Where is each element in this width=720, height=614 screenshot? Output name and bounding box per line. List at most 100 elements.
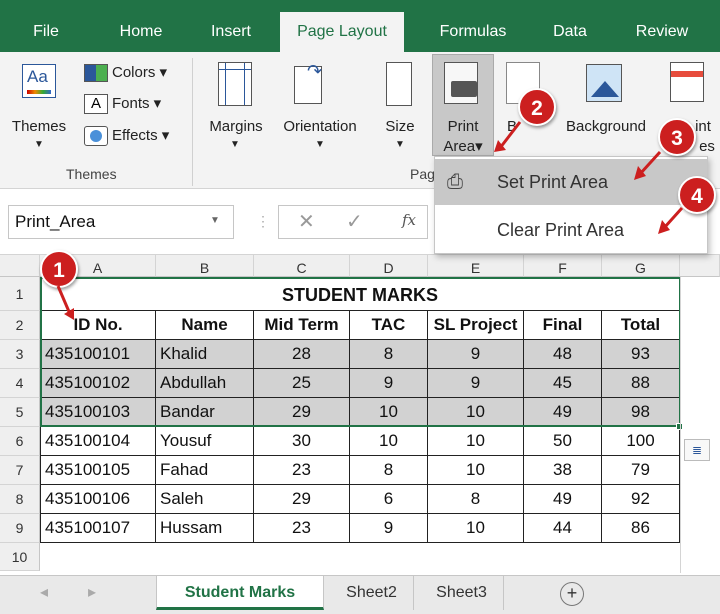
table-cell[interactable]: 10 bbox=[428, 427, 524, 456]
row-header[interactable]: 5 bbox=[0, 398, 40, 427]
table-cell[interactable]: 88 bbox=[602, 369, 680, 398]
table-cell[interactable]: 29 bbox=[254, 398, 350, 427]
header-cell[interactable]: Name bbox=[156, 311, 254, 340]
table-cell[interactable]: 28 bbox=[254, 340, 350, 369]
table-cell[interactable]: 44 bbox=[524, 514, 602, 543]
table-cell[interactable]: 435100105 bbox=[40, 456, 156, 485]
tab-insert[interactable]: Insert bbox=[198, 16, 264, 52]
table-cell[interactable]: 8 bbox=[350, 340, 428, 369]
row-header[interactable]: 9 bbox=[0, 514, 40, 543]
sheet-title-cell[interactable]: STUDENT MARKS bbox=[40, 277, 680, 311]
table-cell[interactable]: Khalid bbox=[156, 340, 254, 369]
table-cell[interactable]: Yousuf bbox=[156, 427, 254, 456]
header-cell[interactable]: Total bbox=[602, 311, 680, 340]
column-header[interactable]: B bbox=[156, 255, 254, 277]
quick-analysis-icon[interactable]: ≣ bbox=[684, 439, 710, 461]
insert-function-icon[interactable]: fx bbox=[402, 211, 416, 229]
sheet-tab-student-marks[interactable]: Student Marks bbox=[156, 576, 324, 610]
table-cell[interactable]: 29 bbox=[254, 485, 350, 514]
table-cell[interactable]: 10 bbox=[428, 398, 524, 427]
sheet-tab-sheet2[interactable]: Sheet2 bbox=[330, 576, 414, 610]
table-cell[interactable]: 8 bbox=[350, 456, 428, 485]
table-cell[interactable]: 435100101 bbox=[40, 340, 156, 369]
header-cell[interactable]: TAC bbox=[350, 311, 428, 340]
table-cell[interactable]: 49 bbox=[524, 485, 602, 514]
margins-button[interactable]: Margins bbox=[200, 118, 272, 136]
table-cell[interactable]: 30 bbox=[254, 427, 350, 456]
cancel-icon[interactable]: ✕ bbox=[298, 209, 315, 234]
scroll-left-icon[interactable]: ◂ bbox=[34, 576, 54, 610]
table-cell[interactable]: 10 bbox=[428, 514, 524, 543]
table-cell[interactable]: 9 bbox=[350, 369, 428, 398]
table-cell[interactable]: 50 bbox=[524, 427, 602, 456]
scroll-right-icon[interactable]: ▸ bbox=[82, 576, 102, 610]
column-header[interactable]: E bbox=[428, 255, 524, 277]
table-cell[interactable]: 86 bbox=[602, 514, 680, 543]
table-cell[interactable]: 45 bbox=[524, 369, 602, 398]
table-cell[interactable]: 10 bbox=[428, 456, 524, 485]
table-cell[interactable]: 98 bbox=[602, 398, 680, 427]
header-cell[interactable]: Mid Term bbox=[254, 311, 350, 340]
fonts-button[interactable]: Fonts ▾ bbox=[112, 93, 161, 115]
column-header[interactable]: C bbox=[254, 255, 350, 277]
column-header[interactable] bbox=[680, 255, 720, 277]
size-button[interactable]: Size bbox=[380, 118, 420, 136]
table-cell[interactable]: 93 bbox=[602, 340, 680, 369]
table-cell[interactable]: 10 bbox=[350, 398, 428, 427]
table-cell[interactable]: Fahad bbox=[156, 456, 254, 485]
table-cell[interactable]: 435100106 bbox=[40, 485, 156, 514]
table-cell[interactable]: 9 bbox=[428, 369, 524, 398]
row-header[interactable]: 2 bbox=[0, 311, 40, 340]
chevron-down-icon[interactable]: ▼ bbox=[210, 215, 220, 226]
effects-button[interactable]: Effects ▾ bbox=[112, 125, 169, 147]
colors-button[interactable]: Colors ▾ bbox=[112, 62, 167, 84]
header-cell[interactable]: SL Project bbox=[428, 311, 524, 340]
row-header[interactable]: 7 bbox=[0, 456, 40, 485]
row-header[interactable]: 10 bbox=[0, 543, 40, 571]
column-header[interactable]: G bbox=[602, 255, 680, 277]
table-cell[interactable]: 25 bbox=[254, 369, 350, 398]
table-cell[interactable]: 435100107 bbox=[40, 514, 156, 543]
row-header[interactable]: 8 bbox=[0, 485, 40, 514]
row-header[interactable]: 6 bbox=[0, 427, 40, 456]
table-cell[interactable]: 38 bbox=[524, 456, 602, 485]
tab-page-layout[interactable]: Page Layout bbox=[280, 12, 404, 52]
table-cell[interactable]: 435100102 bbox=[40, 369, 156, 398]
tab-data[interactable]: Data bbox=[540, 16, 600, 52]
background-button[interactable]: Background bbox=[558, 118, 654, 136]
table-cell[interactable]: 10 bbox=[350, 427, 428, 456]
add-sheet-icon[interactable]: + bbox=[560, 582, 584, 606]
table-cell[interactable]: Hussam bbox=[156, 514, 254, 543]
tab-home[interactable]: Home bbox=[108, 16, 174, 52]
table-cell[interactable]: 9 bbox=[350, 514, 428, 543]
table-cell[interactable]: 79 bbox=[602, 456, 680, 485]
table-cell[interactable]: 8 bbox=[428, 485, 524, 514]
table-cell[interactable]: Bandar bbox=[156, 398, 254, 427]
tab-review[interactable]: Review bbox=[622, 16, 702, 52]
header-cell[interactable]: Final bbox=[524, 311, 602, 340]
table-cell[interactable]: 435100103 bbox=[40, 398, 156, 427]
name-box[interactable]: Print_Area bbox=[8, 205, 234, 239]
table-cell[interactable]: 23 bbox=[254, 514, 350, 543]
table-cell[interactable]: 9 bbox=[428, 340, 524, 369]
table-cell[interactable]: 48 bbox=[524, 340, 602, 369]
row-header[interactable]: 4 bbox=[0, 369, 40, 398]
table-cell[interactable]: 49 bbox=[524, 398, 602, 427]
tab-formulas[interactable]: Formulas bbox=[425, 16, 521, 52]
table-cell[interactable]: 435100104 bbox=[40, 427, 156, 456]
row-header[interactable]: 1 bbox=[0, 277, 40, 311]
themes-button[interactable]: Themes bbox=[4, 118, 74, 136]
table-cell[interactable]: 6 bbox=[350, 485, 428, 514]
orientation-button[interactable]: Orientation bbox=[272, 118, 368, 136]
tab-file[interactable]: File bbox=[22, 16, 70, 52]
enter-icon[interactable]: ✓ bbox=[346, 209, 363, 234]
table-cell[interactable]: Abdullah bbox=[156, 369, 254, 398]
column-header[interactable]: D bbox=[350, 255, 428, 277]
sheet-tab-sheet3[interactable]: Sheet3 bbox=[420, 576, 504, 610]
table-cell[interactable]: 100 bbox=[602, 427, 680, 456]
table-cell[interactable]: Saleh bbox=[156, 485, 254, 514]
table-cell[interactable]: 23 bbox=[254, 456, 350, 485]
table-cell[interactable]: 92 bbox=[602, 485, 680, 514]
select-all-corner[interactable] bbox=[0, 255, 40, 277]
row-header[interactable]: 3 bbox=[0, 340, 40, 369]
